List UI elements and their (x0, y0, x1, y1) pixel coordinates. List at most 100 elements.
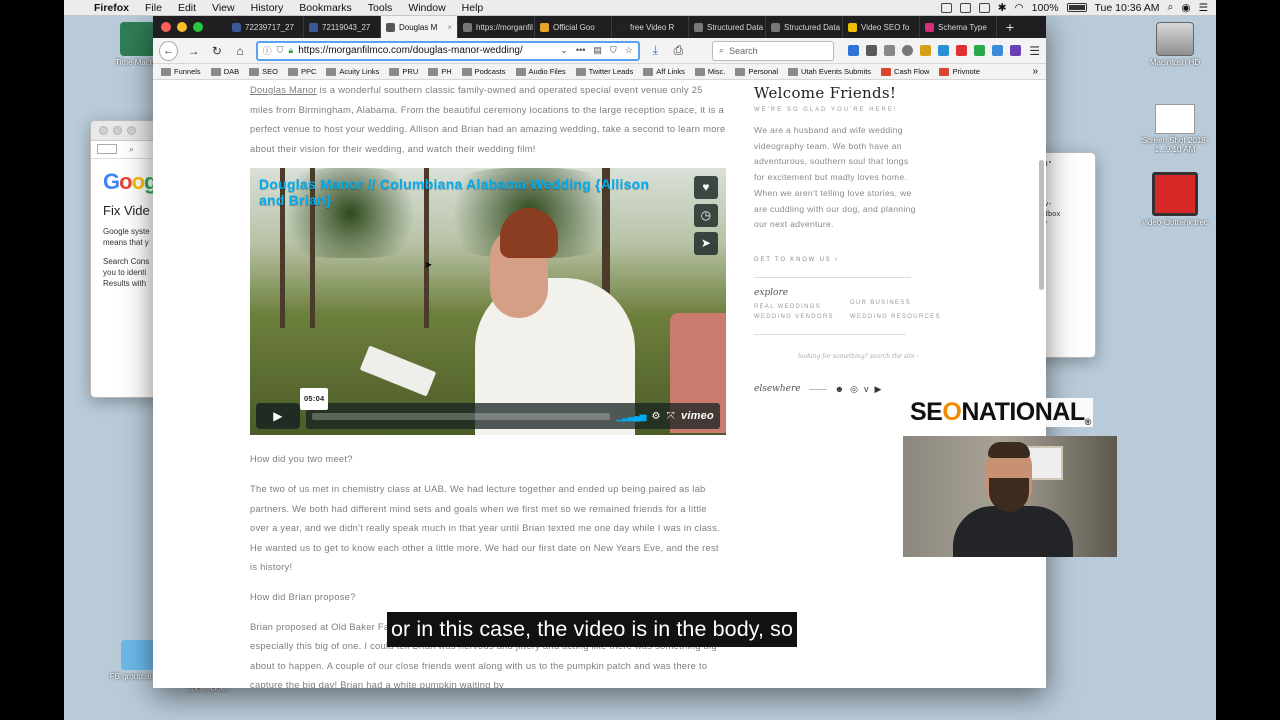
vimeo-logo[interactable]: vimeo (681, 407, 714, 427)
bookmark-item[interactable]: Misc. (694, 67, 725, 76)
browser-tab[interactable]: Schema Type (920, 16, 997, 38)
new-tab-button[interactable]: + (997, 16, 1023, 38)
extension-check-icon[interactable] (974, 45, 986, 56)
browser-tab[interactable]: Video SEO fo (843, 16, 920, 38)
url-dropdown-icon[interactable]: ⌄ (560, 45, 568, 56)
extension-glasses-icon[interactable] (884, 45, 896, 56)
bluetooth-icon[interactable]: ✱ (998, 2, 1007, 14)
share-send-icon[interactable]: ➤ (694, 232, 718, 256)
url-text[interactable]: https://morganfilmco.com/douglas-manor-w… (298, 45, 523, 56)
extension-screenshot-icon[interactable] (866, 45, 878, 56)
video-progress-bar[interactable]: 05:04 ▁▂▃▄▅ ⚙ ⤧ vimeo (300, 388, 720, 430)
bookmark-item[interactable]: PRU (389, 67, 418, 76)
browser-tab[interactable]: Structured Data (766, 16, 843, 38)
menu-history[interactable]: History (243, 2, 292, 14)
tray-vpn-icon[interactable] (978, 2, 990, 13)
link-wedding-resources[interactable]: WEDDING RESOURCES (850, 314, 950, 320)
play-button[interactable]: ▶ (256, 403, 300, 430)
minimize-window-button[interactable] (177, 22, 187, 32)
tracking-shield-icon[interactable]: ⛉ (277, 45, 284, 56)
bookmark-item[interactable]: PPC (287, 67, 316, 76)
menu-bookmarks[interactable]: Bookmarks (291, 2, 360, 14)
battery-icon[interactable] (1066, 3, 1087, 12)
extension-link-icon[interactable] (956, 45, 968, 56)
extension-ghost-icon[interactable] (938, 45, 950, 56)
forward-button[interactable]: → (186, 44, 201, 58)
site-info-icon[interactable]: ⓘ (263, 44, 272, 57)
home-button[interactable]: ⌂ (232, 44, 247, 58)
link-our-business[interactable]: OUR BUSINESS (850, 300, 950, 310)
bookmark-item[interactable]: Privnote (939, 67, 980, 76)
back-button[interactable]: ← (159, 40, 179, 61)
extension-shield-icon[interactable] (848, 45, 860, 56)
bookmark-star-icon[interactable]: ☆ (625, 45, 633, 56)
url-bar[interactable]: ⓘ ⛉ 🔒︎ https://morganfilmco.com/douglas-… (255, 40, 640, 61)
spotlight-icon[interactable]: ⌕ (1168, 1, 1174, 14)
pocket-icon[interactable]: ⛉ (610, 45, 617, 56)
douglas-manor-link[interactable]: Douglas Manor (250, 84, 317, 95)
extension-gear-icon[interactable] (902, 45, 914, 56)
menu-help[interactable]: Help (454, 2, 492, 14)
link-real-weddings[interactable]: REAL WEDDINGS (754, 304, 850, 310)
smiley-icon[interactable]: ☻ (835, 384, 844, 395)
video-title[interactable]: Douglas Manor // Columbiana Alabama Wedd… (259, 176, 679, 208)
lock-icon[interactable]: 🔒︎ (288, 45, 293, 56)
bookmarks-overflow-icon[interactable]: » (1032, 66, 1038, 77)
close-dot[interactable] (99, 126, 108, 135)
youtube-icon[interactable]: ▶ (874, 384, 881, 395)
bookmark-item[interactable]: SEO (249, 67, 278, 76)
search-box[interactable]: ⌕ Search (712, 40, 835, 61)
menu-file[interactable]: File (137, 2, 170, 14)
bookmark-item[interactable]: Utah Events Submits (788, 67, 871, 76)
downloads-icon[interactable]: ⤓ (648, 43, 663, 58)
desktop-icon-video-trec[interactable]: video-Outrank.trec (1135, 172, 1215, 227)
menu-tools[interactable]: Tools (360, 2, 401, 14)
bookmark-item[interactable]: Funnels (161, 67, 201, 76)
browser-tab[interactable]: 72239717_27 (227, 16, 304, 38)
print-icon[interactable]: ⎙ (671, 43, 686, 58)
page-actions-icon[interactable]: ••• (576, 45, 585, 56)
search-icon[interactable]: ⌕ (129, 144, 134, 155)
menu-hamburger-icon[interactable]: ☰ (1029, 44, 1040, 58)
bookmark-item[interactable]: PH (428, 67, 452, 76)
vimeo-icon[interactable]: v (864, 384, 869, 395)
extension-r-icon[interactable] (1010, 45, 1022, 56)
bookmark-item[interactable]: Acuity Links (326, 67, 379, 76)
sidebar-toggle-icon[interactable] (97, 144, 117, 154)
reload-button[interactable]: ↻ (209, 44, 224, 58)
fullscreen-icon[interactable]: ⤧ (667, 407, 675, 427)
link-wedding-vendors[interactable]: WEDDING VENDORS (754, 314, 850, 320)
desktop-icon-screenshot[interactable]: Screen Shot 2018-1...9.10 AM (1135, 104, 1215, 154)
minimize-dot[interactable] (113, 126, 122, 135)
tray-shield-icon[interactable] (959, 2, 971, 13)
close-tab-icon[interactable]: × (447, 23, 452, 32)
browser-tab[interactable]: Official Goo (535, 16, 612, 38)
zoom-window-button[interactable] (193, 22, 203, 32)
vimeo-player[interactable]: Douglas Manor // Columbiana Alabama Wedd… (250, 168, 726, 436)
menu-view[interactable]: View (204, 2, 243, 14)
search-site-input[interactable]: looking for something? search the site › (798, 353, 954, 360)
tray-app-icon[interactable] (940, 2, 952, 13)
clock[interactable]: Tue 10:36 AM (1095, 2, 1160, 14)
notification-center-icon[interactable]: ☰ (1199, 2, 1208, 14)
bookmark-item[interactable]: Aff Links (643, 67, 685, 76)
like-heart-icon[interactable]: ♥ (694, 176, 718, 200)
wifi-icon[interactable]: ◠ (1015, 2, 1024, 14)
browser-tab[interactable]: https://morganfil (458, 16, 535, 38)
browser-tab[interactable]: Douglas M × (381, 16, 458, 38)
extension-droplet-icon[interactable] (992, 45, 1004, 56)
menu-app-name[interactable]: Firefox (86, 2, 137, 14)
bookmark-item[interactable]: Twitter Leads (575, 67, 633, 76)
bookmark-item[interactable]: Cash Flow (881, 67, 929, 76)
page-scrollbar[interactable] (1039, 160, 1044, 290)
bookmark-item[interactable]: Podcasts (461, 67, 506, 76)
bookmark-item[interactable]: DAB (210, 67, 239, 76)
volume-icon[interactable]: ▁▂▃▄▅ (616, 407, 646, 427)
browser-tab[interactable]: Structured Data (689, 16, 766, 38)
desktop-icon-macintosh-hd[interactable]: Macintosh HD (1135, 22, 1215, 67)
bookmark-item[interactable]: Personal (735, 67, 778, 76)
instagram-icon[interactable]: ◎ (850, 384, 858, 395)
zoom-dot[interactable] (127, 126, 136, 135)
get-to-know-us-link[interactable]: GET TO KNOW US › (754, 257, 954, 263)
reader-view-icon[interactable]: ▤ (593, 45, 602, 56)
